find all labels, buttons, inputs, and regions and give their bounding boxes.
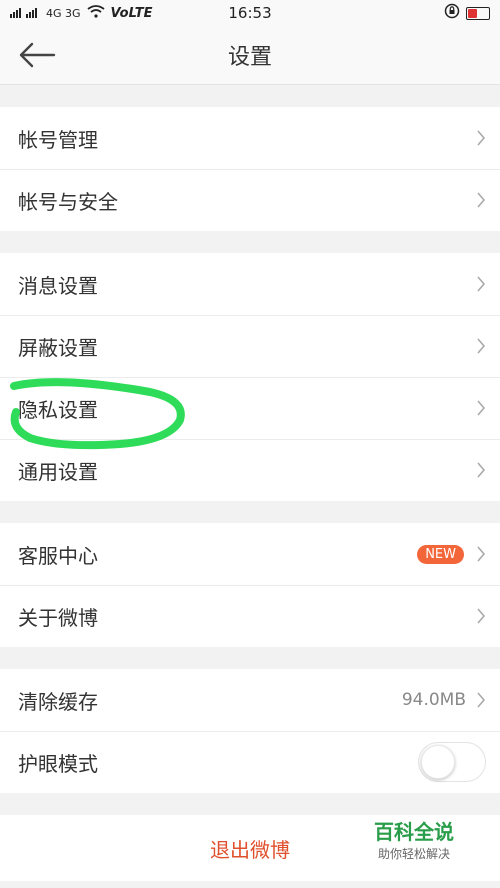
chevron-right-icon: [477, 608, 486, 624]
chevron-right-icon: [477, 462, 486, 478]
watermark-subtitle: 助你轻松解决: [377, 847, 450, 861]
watermark-logo: 百科全说 助你轻松解决: [352, 816, 476, 862]
eye-protection-toggle[interactable]: [418, 742, 486, 782]
rotation-lock-icon: [444, 3, 460, 23]
chevron-right-icon: [477, 192, 486, 208]
status-left: 4G 3G VoLTE: [10, 5, 152, 21]
battery-icon: [466, 6, 490, 20]
watermark-title: 百科全说: [374, 820, 454, 844]
back-arrow-icon[interactable]: [18, 42, 56, 68]
row-account-management[interactable]: 帐号管理: [0, 107, 500, 169]
wifi-icon: [87, 5, 105, 21]
row-label: 帐号与安全: [18, 189, 118, 214]
row-label: 清除缓存: [18, 689, 98, 714]
status-time: 16:53: [228, 4, 272, 22]
volte-label: VoLTE: [110, 5, 153, 21]
row-privacy-settings[interactable]: 隐私设置: [0, 377, 500, 439]
chevron-right-icon: [477, 338, 486, 354]
row-label: 消息设置: [18, 273, 98, 298]
row-label: 帐号管理: [18, 127, 98, 152]
new-badge: NEW: [417, 544, 464, 564]
row-label: 通用设置: [18, 459, 98, 484]
settings-group-account: 帐号管理 帐号与安全: [0, 107, 500, 231]
chevron-right-icon: [477, 692, 486, 708]
page-title: 设置: [227, 45, 272, 70]
status-bar: 4G 3G VoLTE 16:53: [0, 0, 500, 26]
row-about-weibo[interactable]: 关于微博: [0, 585, 500, 647]
chevron-right-icon: [477, 400, 486, 416]
cache-size: 94.0MB: [401, 690, 466, 710]
row-label: 隐私设置: [18, 397, 98, 422]
row-label: 屏蔽设置: [18, 335, 98, 360]
row-account-security[interactable]: 帐号与安全: [0, 169, 500, 231]
network-type: 4G 3G: [46, 6, 81, 20]
nav-bar: 设置: [0, 26, 500, 85]
logout-label: 退出微博: [210, 837, 290, 862]
row-clear-cache[interactable]: 清除缓存 94.0MB: [0, 669, 500, 731]
settings-group-storage: 清除缓存 94.0MB 护眼模式: [0, 669, 500, 793]
signal-icon: [10, 6, 40, 21]
settings-group-general: 消息设置 屏蔽设置 隐私设置 通用设置: [0, 253, 500, 501]
settings-group-support: 客服中心 NEW 关于微博: [0, 523, 500, 647]
row-eye-protection: 护眼模式: [0, 731, 500, 793]
row-message-settings[interactable]: 消息设置: [0, 253, 500, 315]
row-label: 关于微博: [18, 605, 98, 630]
row-common-settings[interactable]: 通用设置: [0, 439, 500, 501]
status-right: [444, 3, 490, 23]
row-customer-service[interactable]: 客服中心 NEW: [0, 523, 500, 585]
row-block-settings[interactable]: 屏蔽设置: [0, 315, 500, 377]
toggle-knob: [421, 745, 455, 779]
chevron-right-icon: [477, 276, 486, 292]
chevron-right-icon: [477, 130, 486, 146]
chevron-right-icon: [477, 546, 486, 562]
row-label: 客服中心: [18, 543, 98, 568]
row-label: 护眼模式: [18, 751, 98, 776]
